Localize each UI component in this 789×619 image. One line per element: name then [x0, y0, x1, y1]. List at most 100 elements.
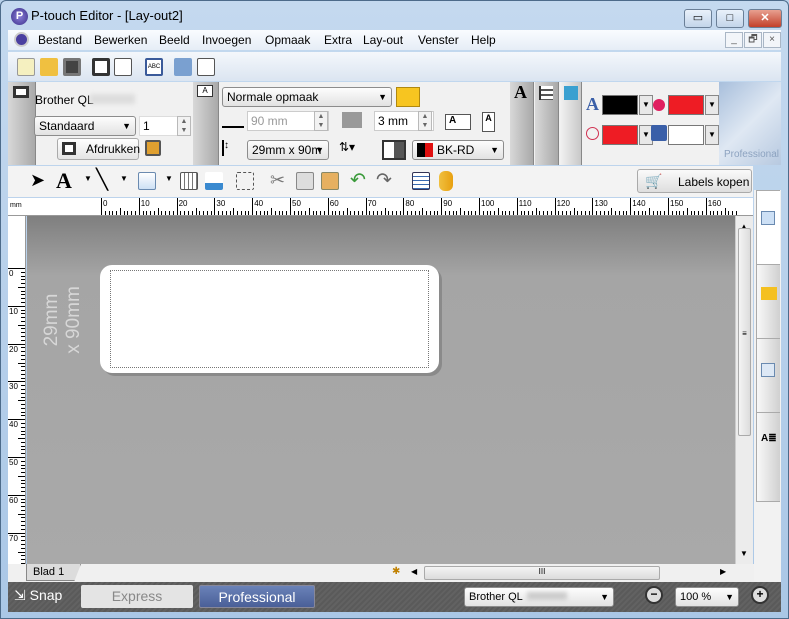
sheet-tab[interactable]: Blad 1	[26, 564, 81, 581]
text-label-icon[interactable]: ABC	[145, 58, 163, 76]
horizontal-orientation-icon[interactable]: A	[445, 114, 471, 130]
color-tab[interactable]	[560, 82, 582, 165]
scroll-down-icon[interactable]: ▼	[740, 549, 748, 558]
transfer-icon[interactable]	[197, 58, 215, 76]
copies-input[interactable]: 1	[139, 116, 181, 136]
vertical-scroll-thumb[interactable]: ≡	[738, 228, 751, 436]
cut-icon[interactable]: ✂	[270, 170, 285, 191]
line-dropdown-icon[interactable]: ▼	[120, 174, 128, 183]
maximize-button[interactable]: □	[716, 9, 744, 28]
brand-banner: Professional	[719, 82, 781, 165]
document-icon[interactable]	[14, 32, 29, 47]
status-bar: ⇲ Snap Express Professional Brother QL −…	[8, 582, 781, 612]
align-tab[interactable]	[535, 82, 559, 165]
zoom-out-button[interactable]: −	[645, 586, 663, 604]
professional-mode-button[interactable]: Professional	[199, 585, 315, 608]
vertical-scrollbar[interactable]: ▲ ≡ ▼	[735, 216, 753, 564]
text-dropdown-icon[interactable]: ▼	[84, 174, 92, 183]
tape-color-dropdown[interactable]: BK-RD	[412, 140, 504, 160]
menu-bestand[interactable]: Bestand	[38, 33, 82, 47]
text-color-dropdown[interactable]: ▼	[639, 95, 653, 115]
barcode-icon[interactable]	[205, 172, 223, 190]
rectangle-icon[interactable]	[138, 172, 156, 190]
text-tab[interactable]: A	[510, 82, 534, 165]
print-button[interactable]: Afdrukken	[57, 138, 140, 160]
ruler-tick	[18, 475, 25, 477]
print-options-icon[interactable]	[145, 140, 161, 156]
scroll-left-icon[interactable]: ◀	[411, 567, 417, 576]
horizontal-scroll-thumb[interactable]: III	[424, 566, 660, 580]
menu-invoegen[interactable]: Invoegen	[202, 33, 251, 47]
copies-spinner[interactable]: ▲ ▼	[177, 116, 191, 136]
arrange-icon[interactable]	[236, 172, 254, 190]
print-preview-icon[interactable]	[114, 58, 132, 76]
close-button[interactable]: ✕	[748, 9, 782, 28]
shape-dropdown-icon[interactable]: ▼	[165, 174, 173, 183]
text-color-swatch[interactable]	[602, 95, 638, 115]
vertical-orientation-icon[interactable]: A	[482, 112, 495, 132]
add-object-icon	[761, 211, 775, 225]
ruler-tick	[21, 547, 25, 549]
format-icon[interactable]	[396, 87, 420, 107]
auto-tape-icon[interactable]: ⇅▾	[339, 140, 369, 160]
fill-color-swatch[interactable]	[668, 95, 704, 115]
undo-icon[interactable]: ↶	[350, 169, 366, 192]
menu-beeld[interactable]: Beeld	[159, 33, 190, 47]
scroll-right-icon[interactable]: ▶	[720, 567, 726, 576]
fill-color-dropdown[interactable]: ▼	[705, 95, 719, 115]
menu-help[interactable]: Help	[471, 33, 496, 47]
tape-size-dropdown[interactable]: 29mm x 90m	[247, 140, 329, 160]
ruler-tick	[547, 211, 549, 215]
line-icon[interactable]: ╲	[96, 167, 108, 192]
ruler-tick	[21, 521, 25, 523]
copy-icon[interactable]	[296, 172, 314, 190]
ruler-tick	[116, 211, 118, 215]
paste-icon[interactable]	[321, 172, 339, 190]
select-arrow-icon[interactable]: ➤	[30, 170, 45, 191]
ruler-tick	[501, 211, 503, 215]
menu-venster[interactable]: Venster	[418, 33, 459, 47]
ruler-tick	[312, 211, 314, 215]
menu-opmaak[interactable]: Opmaak	[265, 33, 310, 47]
ruler-tick	[399, 211, 401, 215]
margin-spinner[interactable]: ▲ ▼	[418, 111, 432, 131]
print-icon[interactable]	[92, 58, 110, 76]
database-icon[interactable]	[439, 171, 453, 191]
buy-labels-button[interactable]: 🛒 Labels kopen	[637, 169, 752, 193]
zoom-dropdown[interactable]: 100 %	[675, 587, 739, 607]
redo-icon[interactable]: ↷	[376, 169, 392, 192]
ruler-tick	[490, 211, 492, 215]
express-mode-button[interactable]: Express	[81, 585, 193, 608]
printer-dropdown[interactable]: Brother QL	[464, 587, 614, 607]
layout-tab[interactable]: A	[193, 82, 219, 165]
line-color-swatch[interactable]	[602, 125, 638, 145]
tape-mode-icon[interactable]	[382, 140, 406, 160]
side-tab-text[interactable]: A≣	[756, 412, 780, 502]
background-color-swatch[interactable]	[668, 125, 704, 145]
ruler-tick	[108, 211, 110, 215]
text-icon[interactable]: A	[56, 168, 72, 194]
snap-toggle[interactable]: ⇲ Snap	[14, 587, 62, 604]
mdi-minimize-button[interactable]: _	[725, 32, 743, 48]
minimize-button[interactable]: ▭	[684, 9, 712, 28]
mdi-close-button[interactable]: ×	[763, 32, 781, 48]
open-icon[interactable]	[40, 58, 58, 76]
print-mode-dropdown[interactable]: Standaard	[34, 116, 136, 136]
ruler-label: 70	[367, 199, 377, 208]
new-sheet-icon[interactable]: ✱	[392, 566, 400, 577]
menu-lay-out[interactable]: Lay-out	[363, 33, 403, 47]
style-dropdown[interactable]: Normale opmaak	[222, 87, 392, 107]
database-icon[interactable]	[174, 58, 192, 76]
mdi-restore-button[interactable]: 🗗	[744, 32, 762, 48]
label-area[interactable]	[100, 265, 439, 373]
menu-extra[interactable]: Extra	[324, 33, 352, 47]
new-layout-icon[interactable]	[17, 58, 35, 76]
zoom-in-button[interactable]: +	[751, 586, 769, 604]
table-icon[interactable]	[180, 172, 198, 190]
background-color-dropdown[interactable]: ▼	[705, 125, 719, 145]
printer-tab[interactable]	[8, 82, 36, 165]
properties-icon[interactable]	[412, 172, 430, 190]
menu-bewerken[interactable]: Bewerken	[94, 33, 147, 47]
save-icon[interactable]	[63, 58, 81, 76]
length-spinner[interactable]: ▲ ▼	[314, 111, 328, 131]
